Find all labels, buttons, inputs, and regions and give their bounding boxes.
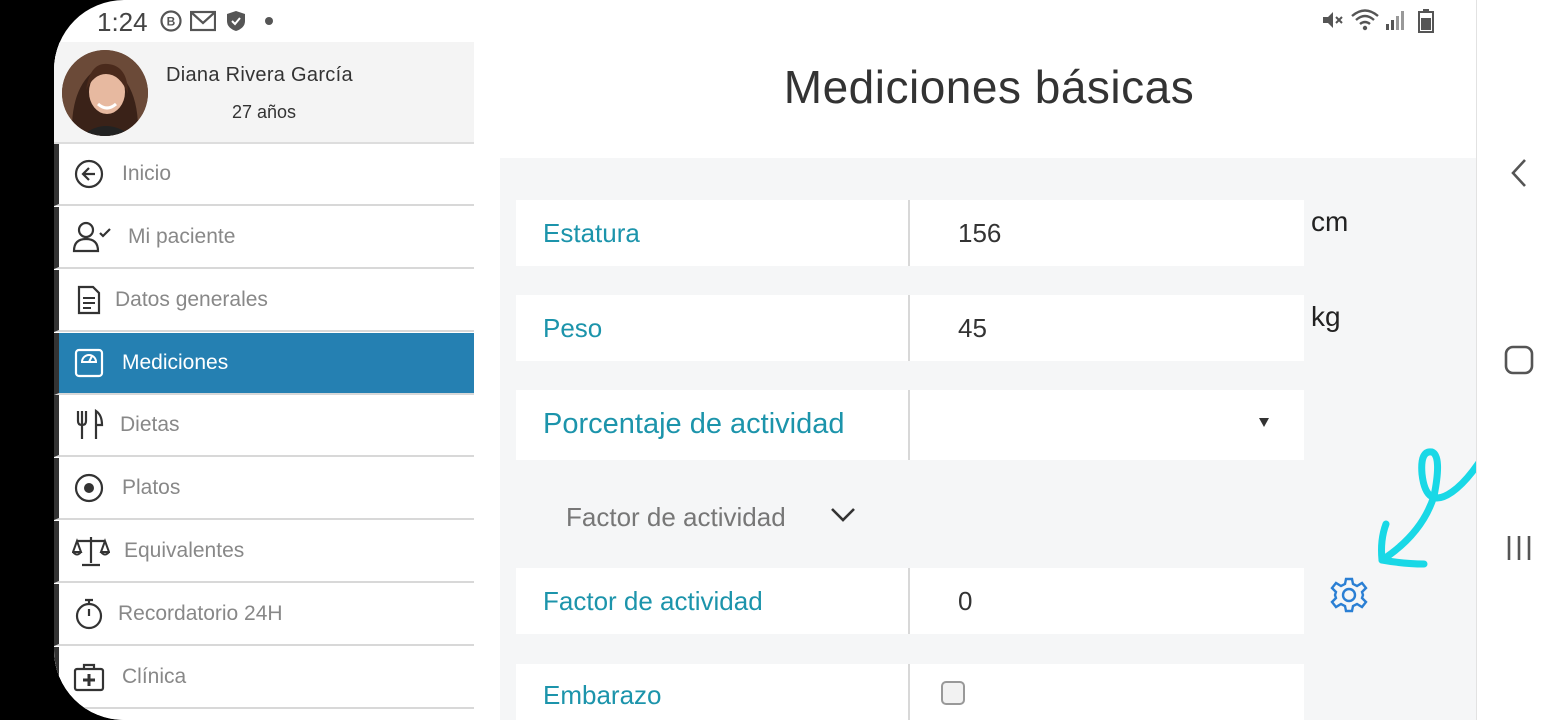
menu-item-clinica[interactable]: Clínica [54, 647, 474, 709]
porcentaje-label: Porcentaje de actividad [543, 408, 845, 440]
medical-kit-icon [72, 660, 106, 694]
menu-item-mediciones[interactable]: Mediciones [54, 333, 474, 395]
field-divider [908, 200, 910, 266]
factor-collapse-toggle[interactable]: Factor de actividad [566, 502, 786, 533]
plate-icon [72, 471, 106, 505]
patient-name: Diana Rivera García [166, 64, 353, 86]
system-nav-bar [1476, 0, 1560, 720]
sidebar: Diana Rivera García 27 años Inicio Mi pa… [54, 42, 474, 720]
menu-label: Platos [122, 476, 181, 499]
menu-item-dietas[interactable]: Dietas [54, 395, 474, 457]
gear-icon[interactable] [1330, 576, 1368, 614]
field-divider [908, 664, 910, 720]
shield-icon [227, 11, 245, 31]
factor-label: Factor de actividad [543, 586, 763, 616]
back-button[interactable] [1501, 155, 1537, 191]
dot-icon [265, 17, 273, 25]
balance-icon [72, 534, 110, 568]
menu-item-equivalentes[interactable]: Equivalentes [54, 521, 474, 583]
document-icon [72, 283, 106, 317]
menu-item-recordatorio[interactable]: Recordatorio 24H [54, 584, 474, 646]
page-title: Mediciones básicas [783, 61, 1195, 113]
peso-unit: kg [1311, 301, 1341, 332]
peso-label: Peso [543, 313, 603, 343]
dropdown-arrow-icon [1259, 418, 1269, 427]
patient-profile[interactable]: Diana Rivera García 27 años [54, 42, 474, 144]
peso-input[interactable]: 45 [958, 313, 987, 344]
menu-label: Inicio [122, 162, 172, 185]
utensils-icon [72, 408, 106, 442]
field-divider [908, 295, 910, 361]
estatura-row: Estatura 156 [516, 200, 1304, 266]
menu-label: Recordatorio 24H [118, 602, 283, 625]
recents-icon [1507, 536, 1531, 560]
estatura-input[interactable]: 156 [958, 218, 1001, 249]
menu-label: Mi paciente [128, 225, 236, 248]
measurements-form: Estatura 156 cm Peso 45 kg Porcentaje de… [500, 158, 1476, 720]
mute-icon [1323, 12, 1343, 28]
menu-label: Equivalentes [124, 539, 245, 562]
factor-row: Factor de actividad 0 [516, 568, 1304, 634]
patient-age: 27 años [232, 102, 297, 122]
menu-item-datos-generales[interactable]: Datos generales [54, 270, 474, 332]
home-button[interactable] [1501, 342, 1537, 378]
wifi-icon [1351, 9, 1379, 31]
estatura-unit: cm [1311, 206, 1349, 237]
menu-label: Datos generales [115, 288, 268, 311]
svg-text:B: B [167, 15, 176, 29]
user-check-icon [72, 220, 112, 254]
embarazo-label: Embarazo [543, 680, 662, 710]
porcentaje-select[interactable] [910, 390, 1304, 460]
battery-icon [1418, 9, 1434, 33]
arrow-circle-left-icon [72, 157, 106, 191]
b-notification-icon: B [160, 10, 182, 32]
embarazo-row: Embarazo [516, 664, 1304, 720]
factor-input[interactable]: 0 [958, 586, 972, 617]
menu-item-platos[interactable]: Platos [54, 458, 474, 520]
menu-item-mi-paciente[interactable]: Mi paciente [54, 207, 474, 269]
estatura-label: Estatura [543, 218, 640, 248]
chevron-left-icon [1511, 159, 1526, 187]
menu-label: Clínica [122, 665, 187, 688]
signal-icon [1386, 11, 1404, 30]
gmail-icon [190, 10, 216, 32]
status-time: 1:24 [97, 7, 148, 37]
device-screen: 1:24 B Diana Rivera García 27 años Inici… [54, 0, 1560, 720]
home-square-icon [1504, 345, 1534, 375]
porcentaje-row: Porcentaje de actividad [516, 390, 1304, 460]
chevron-down-icon[interactable] [830, 504, 856, 524]
embarazo-checkbox[interactable] [941, 681, 965, 705]
peso-row: Peso 45 [516, 295, 1304, 361]
menu-label: Dietas [120, 413, 180, 436]
avatar [62, 50, 148, 136]
stopwatch-icon [72, 597, 106, 631]
field-divider [908, 568, 910, 634]
recents-button[interactable] [1501, 530, 1537, 566]
menu-item-inicio[interactable]: Inicio [54, 144, 474, 206]
screen: 1:24 B Diana Rivera García 27 años Inici… [0, 0, 1560, 720]
scale-icon [72, 346, 106, 380]
status-bar: 1:24 B [54, 0, 1476, 42]
menu-label: Mediciones [122, 351, 229, 374]
main-content: Mediciones básicas Estatura 156 cm Peso … [474, 42, 1476, 720]
